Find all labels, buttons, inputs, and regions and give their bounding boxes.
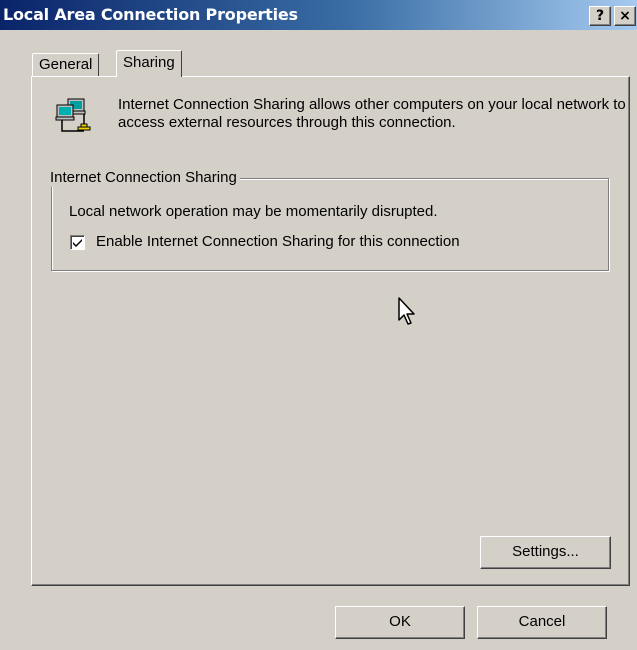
ics-groupbox	[51, 178, 609, 271]
ics-group-title: Internet Connection Sharing	[47, 169, 240, 187]
close-button[interactable]: ×	[614, 6, 636, 26]
cancel-button[interactable]: Cancel	[477, 606, 607, 639]
ok-button[interactable]: OK	[335, 606, 465, 639]
network-computers-icon	[55, 98, 91, 132]
help-button[interactable]: ?	[589, 6, 611, 26]
sharing-intro-text: Internet Connection Sharing allows other…	[118, 96, 626, 131]
tab-sharing[interactable]: Sharing	[116, 50, 182, 77]
enable-ics-label[interactable]: Enable Internet Connection Sharing for t…	[96, 233, 460, 251]
title-bar[interactable]: Local Area Connection Properties ? ×	[0, 0, 637, 30]
settings-button[interactable]: Settings...	[480, 536, 611, 569]
checkmark-icon	[73, 239, 82, 247]
sharing-tab-panel: Internet Connection Sharing allows other…	[31, 76, 630, 586]
enable-ics-checkbox[interactable]	[70, 235, 85, 250]
window-title: Local Area Connection Properties	[3, 5, 298, 24]
mouse-pointer-icon	[398, 297, 415, 325]
tab-general[interactable]: General	[32, 53, 100, 76]
ics-group-description: Local network operation may be momentari…	[69, 203, 438, 220]
properties-dialog: Local Area Connection Properties ? × Gen…	[0, 0, 637, 650]
